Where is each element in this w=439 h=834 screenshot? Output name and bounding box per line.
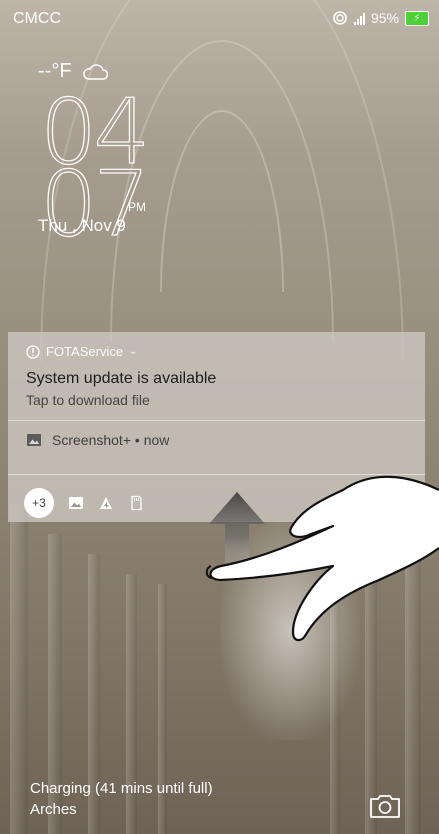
image-icon [27, 434, 41, 446]
notification-header[interactable]: FOTAService ⌄ [26, 344, 137, 359]
pillar-decoration [10, 504, 28, 834]
notification-item-screenshot[interactable]: Screenshot+ • now [26, 432, 169, 448]
status-bar: CMCC 95% ⚡ [0, 0, 439, 38]
status-icons: 95% ⚡ [332, 10, 429, 26]
info-icon [26, 344, 40, 359]
app-icon [100, 497, 112, 509]
battery-percent: 95% [370, 10, 399, 26]
camera-icon[interactable] [368, 792, 402, 820]
divider [8, 420, 425, 421]
notification-title[interactable]: System update is available [26, 370, 216, 388]
notification-app-name: Screenshot+ [52, 432, 131, 448]
carrier-name: CMCC [13, 10, 61, 27]
signal-icon [353, 11, 365, 25]
hand-gesture-icon [205, 475, 439, 642]
image-icon [69, 497, 83, 509]
notification-text[interactable]: Tap to download file [26, 392, 150, 408]
battery-icon: ⚡ [405, 10, 429, 26]
clock-ampm: PM [128, 200, 146, 214]
notification-overflow-row[interactable]: +3 [24, 488, 144, 518]
notification-time: now [143, 432, 170, 448]
sync-icon [333, 11, 347, 25]
charging-status: Charging (41 mins until full) [30, 780, 213, 797]
overflow-count-badge[interactable]: +3 [24, 488, 54, 518]
notification-app-name: FOTAService [46, 344, 124, 359]
sd-card-icon [131, 495, 142, 511]
clock-date: Thu , Nov 9 [38, 216, 126, 235]
chevron-down-icon[interactable]: ⌄ [129, 346, 137, 357]
cloud-icon [82, 63, 108, 80]
wallpaper-name: Arches [30, 801, 77, 818]
